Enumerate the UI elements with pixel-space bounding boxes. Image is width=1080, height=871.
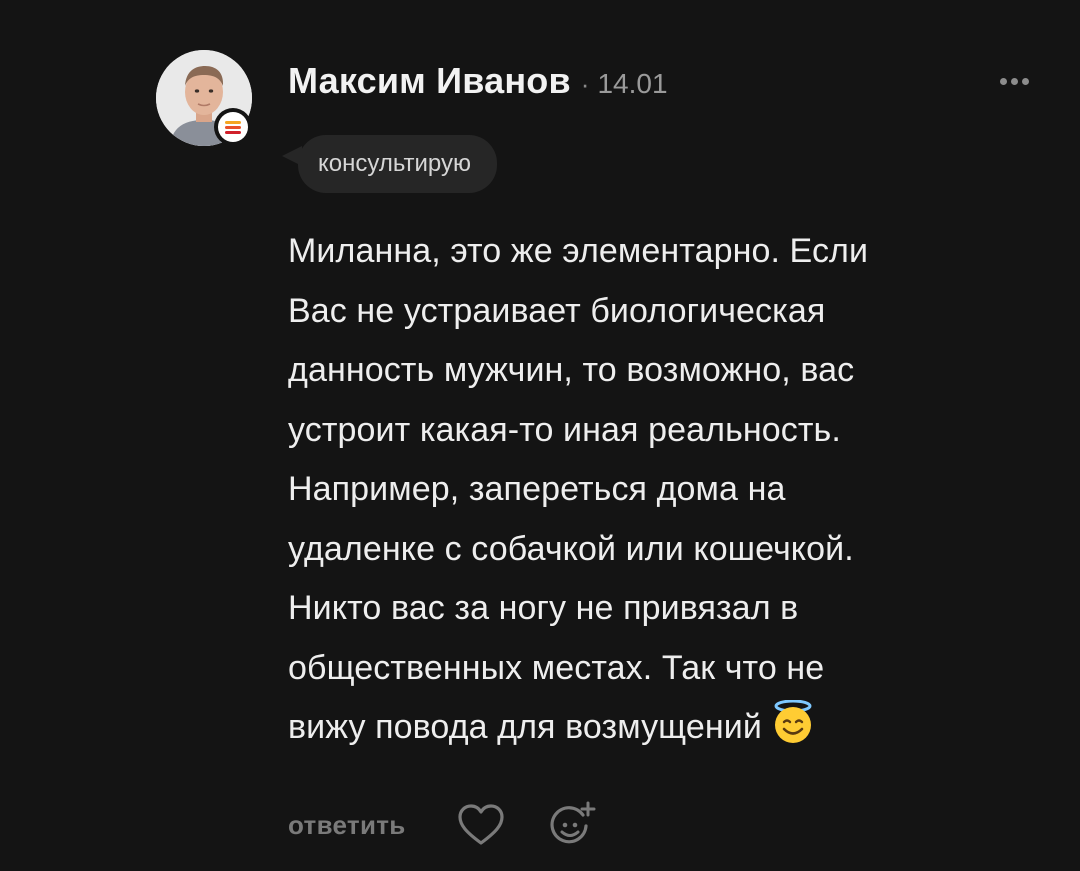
comment-text-line: Никто вас за ногу не привязал в	[288, 589, 799, 627]
comment-date[interactable]: 14.01	[597, 68, 667, 100]
comment-text-line: удаленке с собачкой или кошечкой.	[288, 529, 854, 568]
comment-text-line: устроит какая-то иная реальность.	[288, 410, 841, 449]
comment-text-line: общественных местах. Так что не	[288, 648, 825, 687]
comment-header: Максим Иванов · 14.01	[288, 60, 668, 102]
comment-text-line: данность мужчин, то возможно, вас	[288, 351, 855, 389]
smiling-face-with-halo-icon	[770, 699, 816, 764]
status-badge: консультирую	[298, 135, 497, 193]
status-stripe	[225, 130, 241, 134]
heart-icon[interactable]	[456, 803, 506, 847]
comment-text-last-line: вижу повода для возмущений	[288, 698, 1048, 764]
comment-text-line: Миланна, это же элементарно. Если	[288, 232, 869, 270]
reply-button[interactable]: ответить	[288, 810, 406, 841]
comment-text-line: вижу повода для возмущений	[288, 708, 762, 746]
avatar-container[interactable]	[156, 50, 252, 146]
status-stripe	[225, 120, 241, 124]
comment-text: Миланна, это же элементарно. Если Вас не…	[288, 222, 1048, 764]
add-reaction-icon[interactable]	[550, 801, 600, 849]
comment-actions: ответить	[288, 800, 600, 850]
comment-text-line: Вас не устраивает биологическая	[288, 291, 826, 330]
comment-text-line: Например, запереться дома на	[288, 470, 786, 508]
more-dots-icon[interactable]	[1000, 78, 1029, 85]
status-stripe	[225, 125, 241, 129]
author-name[interactable]: Максим Иванов	[288, 60, 571, 102]
comment-card: Максим Иванов · 14.01 консультирую Милан…	[0, 0, 1080, 871]
header-separator: ·	[580, 69, 590, 99]
status-badge-icon	[214, 108, 252, 146]
